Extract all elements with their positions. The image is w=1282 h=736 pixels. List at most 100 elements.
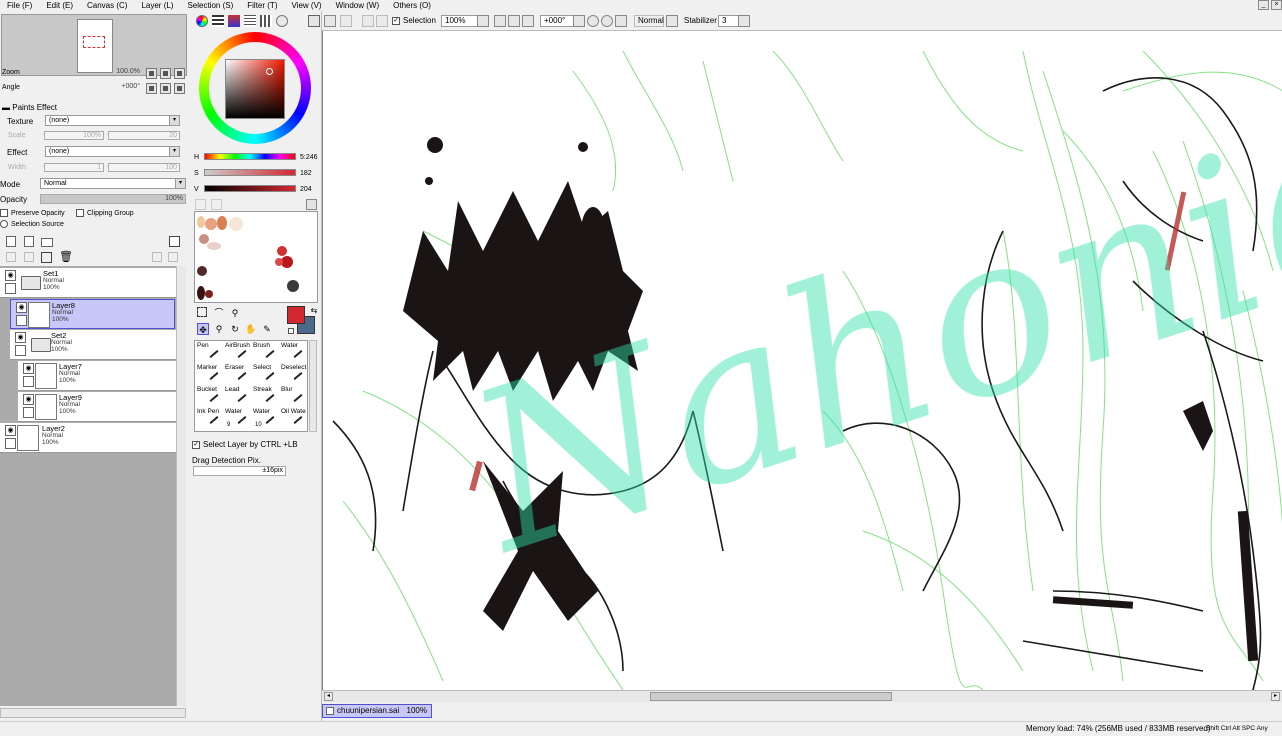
eye-icon[interactable]: ◉ bbox=[16, 302, 27, 313]
lock-toggle[interactable] bbox=[5, 438, 16, 449]
selection-source-checkbox[interactable]: Selection Source bbox=[0, 220, 64, 228]
hsv-sliders-icon[interactable] bbox=[228, 15, 240, 27]
value-slider[interactable] bbox=[204, 185, 296, 192]
new-linework-layer-icon[interactable] bbox=[24, 236, 34, 247]
new-layer-icon[interactable] bbox=[6, 236, 16, 247]
color-swatch[interactable] bbox=[217, 216, 227, 230]
clipping-group-checkbox[interactable]: Clipping Group bbox=[76, 209, 134, 217]
color-swatch[interactable] bbox=[277, 246, 287, 256]
brush-tool-blur[interactable]: Blur bbox=[281, 386, 309, 402]
magic-wand-icon[interactable]: ⚲ bbox=[229, 307, 241, 319]
trash-icon[interactable]: 🗑 bbox=[59, 252, 73, 263]
layer-hscrollbar[interactable] bbox=[0, 708, 186, 718]
menu-canvas[interactable]: Canvas (C) bbox=[80, 0, 134, 11]
saturation-slider[interactable] bbox=[204, 169, 296, 176]
brush-tool-eraser[interactable]: Eraser bbox=[225, 364, 253, 380]
document-tab[interactable]: chuunipersian.sai 100% bbox=[322, 704, 432, 718]
brush-tool-water[interactable]: Water 9 bbox=[225, 408, 253, 428]
color-swatch[interactable] bbox=[275, 258, 283, 266]
layer-item-selected[interactable]: ◉ Layer8 Normal 100% bbox=[10, 299, 175, 329]
eye-icon[interactable]: ◉ bbox=[5, 425, 16, 436]
brush-tool-bucket[interactable]: Bucket bbox=[197, 386, 225, 402]
paints-effect-header[interactable]: ▬ Paints Effect bbox=[2, 103, 57, 112]
drag-detection-slider[interactable]: ±16pix bbox=[193, 466, 286, 476]
undo-icon[interactable] bbox=[324, 15, 336, 27]
selection-checkbox[interactable]: ✓ Selection bbox=[392, 15, 436, 27]
width-number[interactable]: 100 bbox=[108, 163, 180, 172]
flip-horizontal-icon[interactable] bbox=[666, 15, 678, 27]
gradation-icon[interactable] bbox=[244, 15, 256, 27]
primary-color[interactable] bbox=[287, 306, 305, 324]
scratch-menu-icon[interactable] bbox=[306, 199, 317, 210]
color-swatch[interactable] bbox=[199, 234, 209, 244]
menu-window[interactable]: Window (W) bbox=[329, 0, 387, 11]
menu-others[interactable]: Others (O) bbox=[386, 0, 438, 11]
color-picker-cursor[interactable] bbox=[266, 68, 273, 75]
color-swatch[interactable] bbox=[197, 216, 205, 228]
lock-toggle[interactable] bbox=[5, 283, 16, 294]
drawing-canvas[interactable]: Nahoni@art bbox=[322, 31, 1282, 690]
minimize-icon[interactable]: _ bbox=[1258, 0, 1269, 10]
texture-select[interactable]: (none) ▾ bbox=[45, 115, 180, 126]
color-swatch[interactable] bbox=[287, 280, 299, 292]
color-swatch[interactable] bbox=[229, 217, 243, 231]
eye-icon[interactable]: ◉ bbox=[15, 332, 26, 343]
layer-item[interactable]: ◉ Layer7 Normal 100% bbox=[18, 361, 176, 391]
panel-collapse-icon[interactable] bbox=[308, 15, 320, 27]
select-layer-checkbox[interactable]: ✓ Select Layer by CTRL +LB bbox=[192, 440, 298, 449]
color-swatch[interactable] bbox=[205, 290, 213, 298]
lock-toggle[interactable] bbox=[23, 376, 34, 387]
transparent-color-icon[interactable] bbox=[288, 328, 294, 334]
brush-tool-water[interactable]: Water 10 bbox=[253, 408, 281, 428]
scratchpad-swatches[interactable] bbox=[194, 211, 318, 303]
delete-mask-icon[interactable] bbox=[168, 252, 178, 262]
navigator-thumbnail[interactable] bbox=[77, 19, 113, 73]
close-icon[interactable]: × bbox=[1271, 0, 1282, 10]
zoom-fit-icon[interactable] bbox=[522, 15, 534, 27]
layer-item[interactable]: ◉ Layer2 Normal 100% bbox=[0, 423, 176, 453]
angle-slider[interactable]: +000° bbox=[40, 83, 142, 92]
preserve-opacity-checkbox[interactable]: Preserve Opacity bbox=[0, 209, 65, 217]
brush-tool-marker[interactable]: Marker bbox=[197, 364, 225, 380]
invert-selection-icon[interactable] bbox=[376, 15, 388, 27]
menu-layer[interactable]: Layer (L) bbox=[134, 0, 180, 11]
rotate-reset-icon[interactable] bbox=[615, 15, 627, 27]
lock-toggle[interactable] bbox=[15, 345, 26, 356]
rotate-right-button[interactable] bbox=[160, 83, 171, 94]
brush-tool-pen[interactable]: Pen bbox=[197, 342, 225, 358]
brush-tool-lead[interactable]: Lead bbox=[225, 386, 253, 402]
rotate-left-button[interactable] bbox=[146, 83, 157, 94]
menu-view[interactable]: View (V) bbox=[284, 0, 328, 11]
eye-icon[interactable]: ◉ bbox=[23, 394, 34, 405]
hue-slider[interactable] bbox=[204, 153, 296, 160]
brush-tool-select[interactable]: Select bbox=[253, 364, 281, 380]
rotate-cw-icon[interactable] bbox=[601, 15, 613, 27]
angle-dropdown-icon[interactable] bbox=[573, 15, 585, 27]
stabilizer-dropdown-icon[interactable] bbox=[738, 15, 750, 27]
layer-item[interactable]: ◉ Set1 Normal 100% bbox=[0, 268, 176, 298]
rotate-reset-button[interactable] bbox=[174, 83, 185, 94]
menu-file[interactable]: File (F) bbox=[0, 0, 39, 11]
menu-selection[interactable]: Selection (S) bbox=[180, 0, 240, 11]
zoom-tool-icon[interactable]: ⚲ bbox=[213, 323, 225, 335]
color-swatch[interactable] bbox=[197, 286, 205, 300]
new-set-folder-icon[interactable] bbox=[41, 238, 53, 247]
menu-filter[interactable]: Filter (T) bbox=[240, 0, 284, 11]
scratch-clear-icon[interactable] bbox=[195, 199, 206, 210]
rotate-ccw-icon[interactable] bbox=[587, 15, 599, 27]
pen-icon[interactable] bbox=[16, 315, 27, 326]
brush-tool-airbrush[interactable]: AirBrush bbox=[225, 342, 253, 358]
brush-tool-streak[interactable]: Streak bbox=[253, 386, 281, 402]
scale-slider[interactable]: 100% bbox=[44, 131, 104, 140]
brush-tool-deselect[interactable]: Deselect bbox=[281, 364, 309, 380]
color-wheel-mode-icon[interactable] bbox=[196, 15, 208, 27]
flip-mode-field[interactable]: Normal bbox=[634, 15, 664, 27]
transfer-down-icon[interactable] bbox=[6, 252, 16, 262]
eyedropper-icon[interactable]: ✎ bbox=[261, 323, 273, 335]
layer-panel-menu-icon[interactable] bbox=[169, 236, 180, 247]
brush-tool-brush[interactable]: Brush bbox=[253, 342, 281, 358]
rgb-sliders-icon[interactable] bbox=[212, 15, 224, 27]
zoom-slider[interactable]: 100.0% bbox=[40, 68, 142, 77]
scratchpad-icon[interactable] bbox=[276, 15, 288, 27]
deselect-icon[interactable] bbox=[362, 15, 374, 27]
